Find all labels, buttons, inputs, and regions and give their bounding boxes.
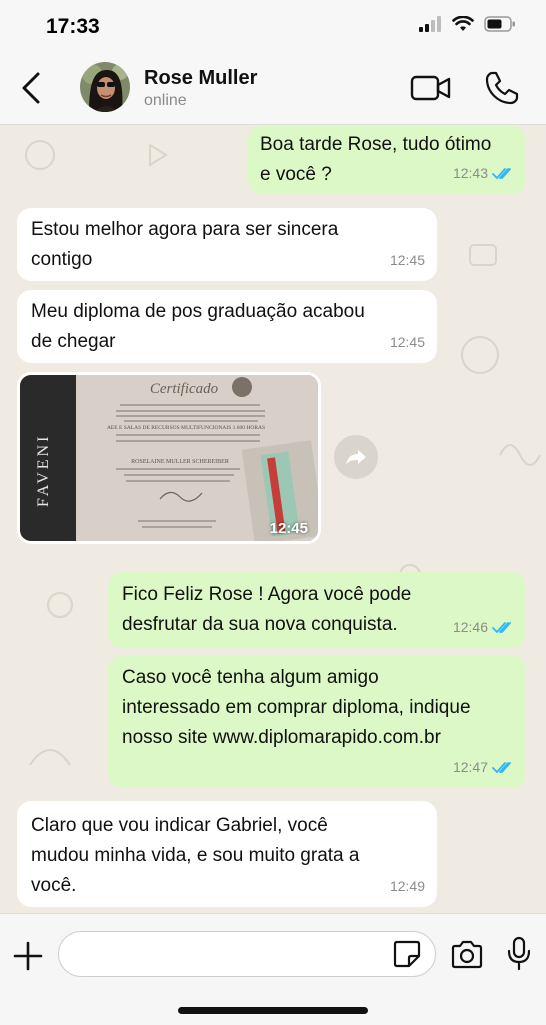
contact-name[interactable]: Rose Muller	[144, 67, 257, 90]
chat-header: Rose Muller online	[0, 52, 546, 125]
sticker-icon[interactable]	[392, 939, 422, 969]
back-chevron-icon[interactable]	[16, 68, 50, 108]
certificate-course: AEE E SALAS DE RECURSOS MULTIFUNCIONAIS …	[107, 425, 265, 431]
message-bubble-incoming[interactable]: Estou melhor agora para ser sincera cont…	[17, 208, 437, 281]
wifi-icon	[452, 16, 474, 31]
forward-button[interactable]	[334, 435, 378, 479]
message-meta: 12:49	[390, 871, 425, 901]
message-meta: 12:45	[390, 245, 425, 275]
message-time: 12:45	[269, 520, 308, 537]
status-bar: 17:33	[0, 0, 546, 52]
message-bubble-incoming[interactable]: Meu diploma de pos graduação acabou de c…	[17, 290, 437, 363]
chat-area[interactable]: Boa tarde Rose, tudo ótimo e você ? 12:4…	[0, 125, 546, 913]
plus-icon[interactable]	[12, 940, 44, 972]
message-time: 12:47	[452, 759, 488, 775]
camera-icon[interactable]	[450, 938, 484, 972]
certificate-title: Certificado	[150, 381, 219, 397]
phone-icon[interactable]	[484, 70, 520, 106]
message-composer	[0, 913, 546, 1025]
avatar[interactable]	[80, 62, 130, 112]
message-bubble-outgoing[interactable]: Caso você tenha algum amigo interessado …	[108, 655, 526, 788]
message-bubble-incoming[interactable]: Claro que vou indicar Gabriel, você mudo…	[17, 801, 437, 907]
forward-icon	[346, 450, 366, 465]
video-camera-icon[interactable]	[410, 72, 452, 104]
microphone-icon[interactable]	[506, 936, 532, 972]
message-time: 12:49	[389, 878, 425, 894]
message-text: Meu diploma de pos graduação acabou de c…	[31, 301, 365, 352]
home-indicator	[178, 1007, 368, 1014]
message-meta: 12:47	[453, 752, 514, 782]
double-check-icon	[492, 167, 511, 179]
certificate-holder: ROSELAINE MULLER SCHEREIBER	[131, 459, 229, 465]
contact-status: online	[144, 92, 187, 109]
battery-icon	[484, 16, 515, 32]
message-time: 12:43	[452, 165, 488, 181]
status-time: 17:33	[46, 15, 100, 38]
message-bubble-outgoing[interactable]: Boa tarde Rose, tudo ótimo e você ? 12:4…	[248, 126, 526, 194]
message-time: 12:45	[389, 252, 425, 268]
message-bubble-outgoing[interactable]: Fico Feliz Rose ! Agora você pode desfru…	[108, 572, 526, 648]
message-time: 12:45	[389, 334, 425, 350]
image-message[interactable]: Certificado AEE E SALAS DE RECURSOS MULT…	[17, 372, 321, 544]
message-input[interactable]	[58, 931, 436, 977]
double-check-icon	[492, 761, 511, 773]
certificate-photo: Certificado AEE E SALAS DE RECURSOS MULT…	[20, 375, 318, 541]
message-text: Estou melhor agora para ser sincera cont…	[31, 219, 339, 270]
message-time: 12:46	[452, 619, 488, 635]
message-meta: 12:46	[453, 612, 514, 642]
image-thumbnail[interactable]: Certificado AEE E SALAS DE RECURSOS MULT…	[20, 375, 318, 541]
message-meta: 12:45	[390, 327, 425, 357]
certificate-side-text: FAVENI	[35, 434, 52, 507]
status-icons	[418, 16, 516, 32]
message-meta: 12:43	[453, 158, 514, 188]
cellular-signal-icon	[419, 16, 441, 32]
message-text: Claro que vou indicar Gabriel, você mudo…	[31, 815, 360, 896]
message-text: Caso você tenha algum amigo interessado …	[122, 667, 471, 748]
double-check-icon	[492, 621, 511, 633]
